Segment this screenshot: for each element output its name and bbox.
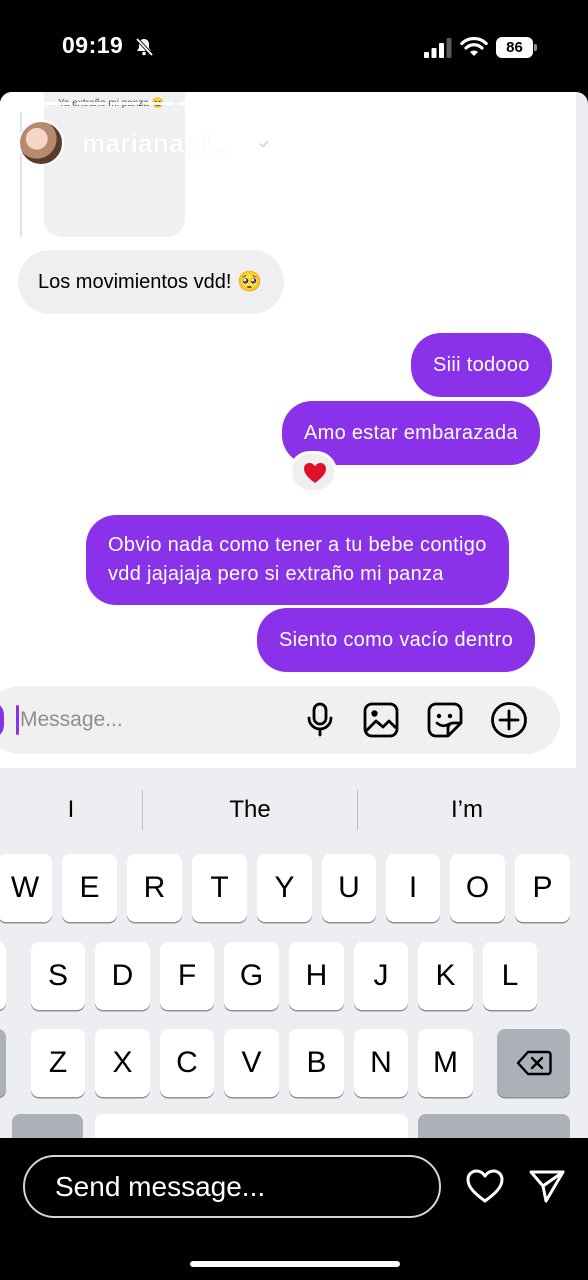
battery-level: 86 [496,37,533,58]
microphone-icon[interactable] [301,701,339,739]
key-l[interactable]: L [483,942,537,1010]
key-o[interactable]: O [450,854,505,922]
key-n[interactable]: N [354,1029,408,1097]
key-f[interactable]: F [160,942,214,1010]
avatar[interactable] [18,120,64,166]
battery-tip [534,44,537,51]
battery-indicator: 86 [496,37,538,58]
add-icon[interactable] [490,701,528,739]
numbers-key[interactable] [12,1114,83,1138]
verified-badge-icon [256,136,272,152]
send-icon[interactable] [528,1168,566,1204]
key-w[interactable]: W [0,854,52,922]
key-v[interactable]: V [224,1029,279,1097]
red-heart-icon [304,463,326,483]
return-key[interactable] [418,1114,570,1138]
key-p[interactable]: P [515,854,570,922]
backspace-key[interactable] [497,1029,570,1097]
suggestion-1[interactable]: I [0,780,142,840]
story-view[interactable]: Ya extraño mi panza 😄 Los movimientos vd… [0,92,588,1138]
key-r[interactable]: R [127,854,182,922]
key-a[interactable] [0,942,6,1010]
faded-story-reply [44,92,185,237]
key-z[interactable]: Z [31,1029,85,1097]
status-time: 09:19 [62,32,124,58]
home-indicator [190,1261,400,1267]
key-c[interactable]: C [160,1029,214,1097]
story-username[interactable]: marianard... [82,128,233,159]
key-k[interactable]: K [418,942,473,1010]
more-options-icon[interactable] [486,132,514,152]
key-g[interactable]: G [224,942,279,1010]
follow-button[interactable]: Follow [343,119,459,165]
key-b[interactable]: B [289,1029,344,1097]
backspace-icon [516,1050,552,1076]
key-t[interactable]: T [192,854,247,922]
key-y[interactable]: Y [257,854,312,922]
text-caret [16,705,19,735]
bell-muted-icon [135,37,154,57]
chat-screenshot: Ya extraño mi panza 😄 Los movimientos vd… [0,92,576,768]
outgoing-message: Siii todooo [411,333,552,397]
message-line: Obvio nada como tener a tu bebe contigo [108,534,487,556]
incoming-message: Los movimientos vdd! 🥺 [18,250,284,314]
suggestion-3[interactable]: I’m [358,780,576,840]
heart-reaction [289,451,337,493]
outgoing-message: Obvio nada como tener a tu bebe contigo … [86,515,509,605]
key-u[interactable]: U [322,854,376,922]
message-input[interactable] [20,704,280,736]
key-x[interactable]: X [95,1029,150,1097]
key-e[interactable]: E [62,854,117,922]
heart-icon[interactable] [465,1168,505,1204]
sticker-icon[interactable] [426,701,464,739]
wifi-icon [460,37,488,56]
message-line: vdd jajajaja pero si extraño mi panza [108,563,444,585]
signal-icon [424,38,452,58]
story-time-ago: 10h [285,128,329,158]
shift-key[interactable] [0,1029,6,1097]
close-icon[interactable] [540,126,574,160]
key-m[interactable]: M [418,1029,473,1097]
gallery-icon[interactable] [362,701,400,739]
key-i[interactable]: I [386,854,440,922]
status-bar: 09:19 86 [0,0,588,92]
key-s[interactable]: S [31,942,85,1010]
suggestion-2[interactable]: The [143,780,357,840]
key-d[interactable]: D [95,942,150,1010]
send-message-field[interactable]: Send message... [23,1155,441,1218]
key-h[interactable]: H [289,942,344,1010]
outgoing-message: Siento como vacío dentro [257,608,535,672]
key-j[interactable]: J [354,942,408,1010]
space-key[interactable] [95,1114,408,1138]
